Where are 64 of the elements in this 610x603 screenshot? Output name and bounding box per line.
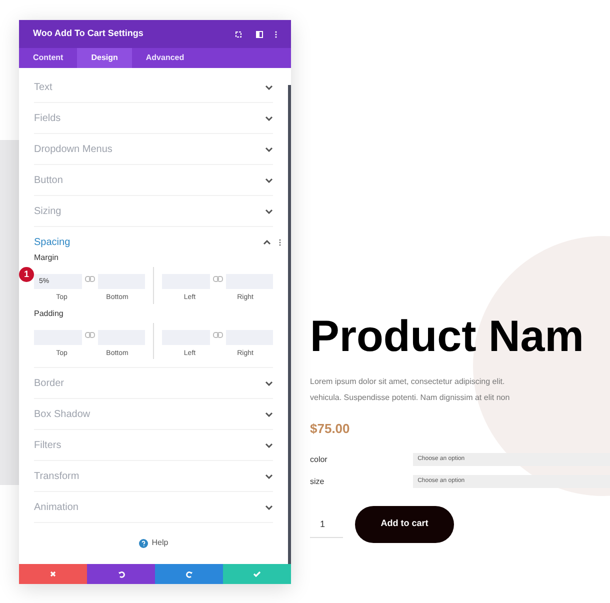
section-title: Fields [34,112,62,126]
quantity-field[interactable]: 1 [310,510,343,538]
check-icon [253,571,261,577]
section-title: Box Shadow [34,408,92,422]
help-icon [138,538,148,548]
link-icon[interactable] [84,332,94,338]
section-title: Border [34,376,66,390]
group-label: Padding [34,308,64,320]
redo-button[interactable] [155,564,223,584]
section-header[interactable]: Button [34,165,273,195]
expand-icon[interactable] [235,30,242,38]
link-icon[interactable] [212,332,222,338]
product-description: Lorem ipsum dolor sit amet, consectetur adipiscing elit. [310,376,506,388]
chevron-down-icon[interactable] [265,412,273,416]
section-title: Dropdown Menus [34,142,114,156]
close-button[interactable] [19,564,87,584]
product-title: Product Nam [310,312,585,362]
tab[interactable]: Content [19,48,78,68]
section-title: Text [34,80,54,94]
sidebar-icon[interactable] [256,30,263,38]
save-button[interactable] [223,564,291,584]
section-header[interactable]: Sizing [34,196,273,226]
section-header[interactable]: Text [34,72,273,102]
close-icon [50,571,56,577]
link-icon[interactable] [212,276,222,282]
option-label: size [310,476,326,488]
section-title: Sizing [34,204,62,218]
product-price: $75.00 [310,420,351,438]
group-label: Margin [34,252,60,264]
chevron-down-icon[interactable] [265,84,273,90]
section-title: Button [34,174,64,188]
section-title: Transform [34,470,80,484]
section-title: Animation [34,500,80,514]
redo-icon [186,570,192,578]
chevron-down-icon[interactable] [265,442,273,448]
section-header[interactable]: Fields [34,103,273,133]
step-badge: 1 [19,267,34,282]
section-header[interactable]: Filters [34,430,273,460]
undo-button[interactable] [87,564,155,584]
chevron-down-icon[interactable] [265,504,273,510]
chevron-down-icon[interactable] [265,208,273,214]
chevron-down-icon[interactable] [265,178,273,182]
section-header[interactable]: Box Shadow [34,399,273,429]
add-to-cart-button[interactable]: Add to cart [355,506,454,542]
help-link[interactable]: Help [138,537,168,549]
section-header[interactable]: Dropdown Menus [34,134,273,164]
section-header[interactable]: Transform [34,461,273,491]
scrollbar[interactable] [288,85,291,564]
section-header[interactable]: Animation [34,492,273,522]
section-title: Spacing [34,236,72,250]
chevron-down-icon[interactable] [265,116,273,120]
section-title: Filters [34,438,62,452]
chevron-up-icon[interactable] [263,240,271,244]
tab[interactable]: Design [77,48,132,68]
chevron-down-icon[interactable] [265,474,273,478]
link-icon[interactable] [84,276,94,282]
product-description: vehicula. Suspendisse potenti. Nam dignissim at elit non [310,392,511,404]
tab[interactable]: Advanced [132,48,198,68]
chevron-down-icon[interactable] [265,146,273,152]
option-label: color [310,454,328,466]
undo-icon [118,570,124,578]
section-header[interactable]: Border [34,368,273,398]
panel-title: Woo Add To Cart Settings [33,27,144,40]
chevron-down-icon[interactable] [265,380,273,386]
